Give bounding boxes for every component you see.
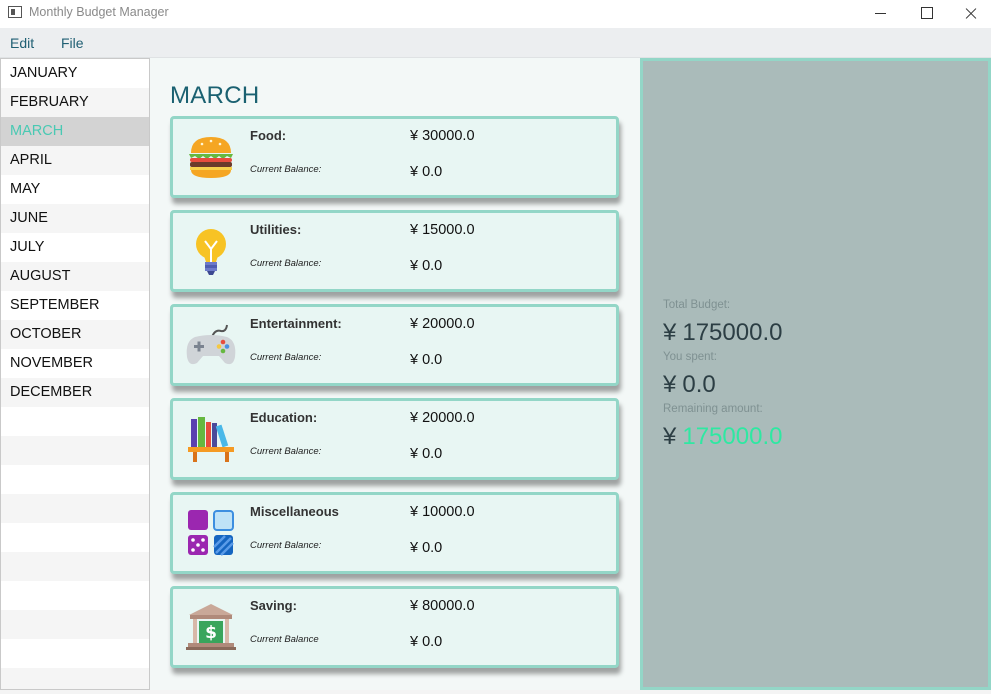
misc-shapes-icon (188, 510, 234, 556)
current-balance-value: ¥ 0.0 (410, 634, 443, 650)
current-balance-label: Current Balance: (250, 352, 322, 363)
window-title: Monthly Budget Manager (29, 5, 169, 19)
empty-list-row (1, 668, 149, 689)
current-balance-value: ¥ 0.0 (410, 164, 443, 180)
month-item-may[interactable]: MAY (1, 175, 149, 204)
month-item-february[interactable]: FEBRUARY (1, 88, 149, 117)
total-budget-label: Total Budget: (663, 299, 731, 311)
category-name: Saving: (250, 598, 297, 613)
total-budget-value: ¥175000.0 (663, 319, 782, 347)
month-item-january[interactable]: JANUARY (1, 59, 149, 88)
currency-symbol: ¥ (663, 371, 677, 398)
spent-value: ¥0.0 (663, 371, 716, 399)
maximize-button[interactable] (902, 0, 948, 28)
minimize-button[interactable] (856, 0, 902, 28)
empty-list-row (1, 581, 149, 610)
month-item-december[interactable]: DECEMBER (1, 378, 149, 407)
category-card-education[interactable]: Education: Current Balance: ¥ 20000.0 ¥ … (170, 398, 619, 480)
remaining-amount: 175000.0 (682, 423, 783, 450)
budget-amount: ¥ 10000.0 (410, 504, 475, 520)
summary-panel: Total Budget: ¥175000.0 You spent: ¥0.0 … (640, 58, 991, 690)
empty-list-row (1, 523, 149, 552)
month-item-august[interactable]: AUGUST (1, 262, 149, 291)
spent-amount: 0.0 (682, 371, 716, 398)
page-title: MARCH (170, 82, 260, 109)
app-window: Monthly Budget Manager Edit File JANUARY… (0, 0, 991, 694)
current-balance-label: Current Balance: (250, 540, 322, 551)
empty-list-row (1, 552, 149, 581)
current-balance-value: ¥ 0.0 (410, 446, 443, 462)
remaining-value: ¥175000.0 (663, 423, 782, 451)
category-name: Food: (250, 128, 287, 143)
spent-label: You spent: (663, 351, 717, 363)
month-item-april[interactable]: APRIL (1, 146, 149, 175)
svg-text:$: $ (205, 623, 217, 643)
remaining-label: Remaining amount: (663, 403, 763, 415)
budget-amount: ¥ 20000.0 (410, 410, 475, 426)
app-window-icon (8, 6, 22, 18)
empty-list-row (1, 436, 149, 465)
current-balance-value: ¥ 0.0 (410, 352, 443, 368)
currency-symbol: ¥ (663, 319, 677, 346)
burger-icon (189, 137, 233, 178)
close-button[interactable] (948, 0, 991, 28)
budget-amount: ¥ 30000.0 (410, 128, 475, 144)
bank-icon: $ (186, 604, 236, 650)
month-item-september[interactable]: SEPTEMBER (1, 291, 149, 320)
empty-list-row (1, 610, 149, 639)
books-icon (188, 417, 234, 462)
category-card-utilities[interactable]: Utilities: Current Balance: ¥ 15000.0 ¥ … (170, 210, 619, 292)
budget-panel: MARCH Food: Current Balance: ¥ 30000.0 ¥… (150, 58, 640, 690)
month-list: JANUARY FEBRUARY MARCH APRIL MAY JUNE JU… (0, 58, 150, 690)
empty-list-row (1, 639, 149, 668)
total-budget-amount: 175000.0 (682, 319, 783, 346)
category-name: Entertainment: (250, 316, 342, 331)
title-bar: Monthly Budget Manager (0, 0, 991, 28)
empty-list-row (1, 465, 149, 494)
category-name: Utilities: (250, 222, 302, 237)
month-item-november[interactable]: NOVEMBER (1, 349, 149, 378)
current-balance-label: Current Balance: (250, 446, 322, 457)
menu-edit[interactable]: Edit (10, 35, 34, 51)
category-card-saving[interactable]: $ Saving: Current Balance ¥ 80000.0 ¥ 0.… (170, 586, 619, 668)
current-balance-label: Current Balance (250, 634, 319, 645)
budget-amount: ¥ 80000.0 (410, 598, 475, 614)
category-name: Education: (250, 410, 318, 425)
category-card-entertainment[interactable]: Entertainment: Current Balance: ¥ 20000.… (170, 304, 619, 386)
menu-file[interactable]: File (61, 35, 84, 51)
lightbulb-icon (196, 229, 226, 275)
menu-bar: Edit File (0, 28, 991, 58)
gamepad-icon (186, 324, 236, 365)
current-balance-label: Current Balance: (250, 258, 322, 269)
month-item-march[interactable]: MARCH (1, 117, 149, 146)
budget-amount: ¥ 20000.0 (410, 316, 475, 332)
category-card-miscellaneous[interactable]: Miscellaneous Current Balance: ¥ 10000.0… (170, 492, 619, 574)
month-item-june[interactable]: JUNE (1, 204, 149, 233)
category-name: Miscellaneous (250, 504, 339, 519)
empty-list-row (1, 407, 149, 436)
current-balance-value: ¥ 0.0 (410, 540, 443, 556)
category-card-food[interactable]: Food: Current Balance: ¥ 30000.0 ¥ 0.0 (170, 116, 619, 198)
current-balance-label: Current Balance: (250, 164, 322, 175)
empty-list-row (1, 494, 149, 523)
month-item-october[interactable]: OCTOBER (1, 320, 149, 349)
currency-symbol: ¥ (663, 423, 677, 450)
current-balance-value: ¥ 0.0 (410, 258, 443, 274)
budget-amount: ¥ 15000.0 (410, 222, 475, 238)
month-item-july[interactable]: JULY (1, 233, 149, 262)
